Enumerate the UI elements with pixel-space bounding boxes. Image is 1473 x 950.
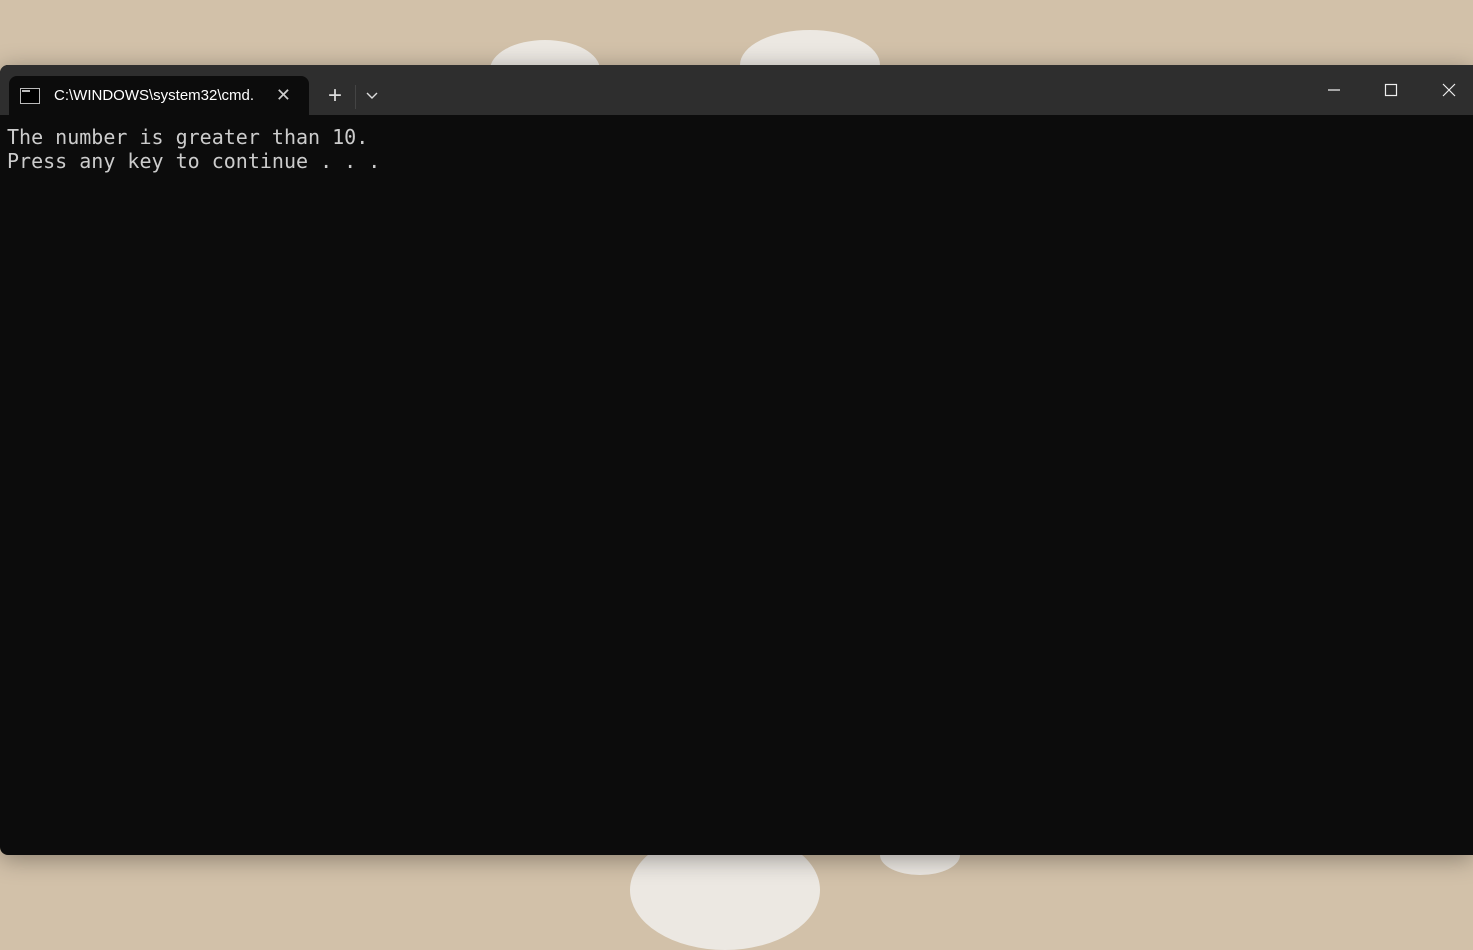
new-tab-button[interactable]: +	[318, 76, 352, 115]
plus-icon: +	[328, 82, 342, 110]
tab-cmd[interactable]: C:\WINDOWS\system32\cmd. ✕	[9, 76, 309, 115]
close-button[interactable]	[1420, 65, 1473, 115]
maximize-icon	[1384, 83, 1398, 97]
minimize-button[interactable]	[1305, 65, 1363, 115]
maximize-button[interactable]	[1362, 65, 1420, 115]
terminal-line: The number is greater than 10.	[7, 125, 1466, 149]
close-tab-icon[interactable]: ✕	[276, 85, 291, 106]
terminal-line: Press any key to continue . . .	[7, 149, 1466, 173]
divider	[355, 85, 356, 109]
terminal-icon	[20, 88, 40, 104]
chevron-down-icon	[366, 92, 378, 100]
title-bar[interactable]: C:\WINDOWS\system32\cmd. ✕ +	[0, 65, 1473, 115]
tab-title: C:\WINDOWS\system32\cmd.	[54, 87, 254, 104]
tab-dropdown-button[interactable]	[358, 76, 386, 115]
terminal-output[interactable]: The number is greater than 10.Press any …	[0, 115, 1473, 183]
terminal-window: C:\WINDOWS\system32\cmd. ✕ + The number …	[0, 65, 1473, 855]
minimize-icon	[1327, 83, 1341, 97]
close-icon	[1442, 83, 1456, 97]
